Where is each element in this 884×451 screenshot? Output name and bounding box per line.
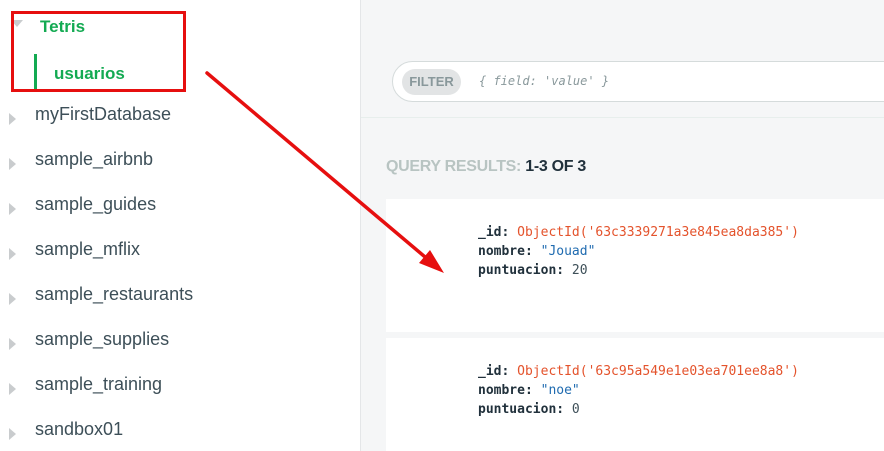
field-key: puntuacion: [478, 263, 565, 278]
sidebar-item-sample-mflix[interactable]: sample_mflix [0, 236, 360, 280]
field-value: ObjectId('63c95a549e1e03ea701ee8a8') [517, 364, 799, 379]
field-value: 20 [571, 263, 588, 278]
caret-right-icon[interactable] [9, 338, 16, 350]
database-name: sandbox01 [35, 419, 124, 439]
sidebar-item-myfirstdatabase[interactable]: myFirstDatabase [0, 101, 360, 145]
sidebar-item-sample-guides[interactable]: sample_guides [0, 191, 360, 235]
sidebar-item-sample-restaurants[interactable]: sample_restaurants [0, 281, 360, 325]
filter-button[interactable]: FILTER [402, 69, 461, 95]
filter-bar[interactable]: FILTER { field: 'value' } [392, 61, 884, 102]
document-card[interactable]: _id: ObjectId('63c95a549e1e03ea701ee8a8'… [386, 338, 884, 451]
field-key: nombre: [478, 244, 533, 259]
sidebar-item-sandbox01[interactable]: sandbox01 [0, 416, 360, 451]
caret-right-icon[interactable] [9, 113, 16, 125]
database-name: sample_mflix [35, 239, 141, 259]
filter-input[interactable]: { field: 'value' } [479, 74, 609, 88]
doc-field-puntuacion: puntuacion: 20 [478, 261, 588, 280]
sidebar-item-tetris[interactable]: Tetris [0, 0, 360, 44]
field-key: puntuacion: [478, 402, 565, 417]
database-name: sample_supplies [35, 329, 170, 349]
doc-field-nombre: nombre: "noe" [478, 381, 580, 400]
doc-field-id: _id: ObjectId('63c3339271a3e845ea8da385'… [478, 223, 799, 242]
sidebar-item-sample-training[interactable]: sample_training [0, 371, 360, 415]
caret-right-icon[interactable] [9, 203, 16, 215]
sidebar-item-sample-airbnb[interactable]: sample_airbnb [0, 146, 360, 190]
database-name: Tetris [40, 17, 86, 36]
caret-right-icon[interactable] [9, 383, 16, 395]
collection-name: usuarios [54, 64, 125, 83]
sidebar-item-usuarios[interactable]: usuarios [34, 54, 174, 90]
database-name: sample_airbnb [35, 149, 154, 169]
field-value: "Jouad" [540, 244, 596, 259]
query-results-range: 1-3 OF 3 [525, 158, 586, 175]
doc-field-puntuacion: puntuacion: 0 [478, 400, 580, 419]
sidebar-item-sample-supplies[interactable]: sample_supplies [0, 326, 360, 370]
doc-field-id: _id: ObjectId('63c95a549e1e03ea701ee8a8'… [478, 362, 799, 381]
field-value: 0 [571, 402, 580, 417]
caret-right-icon[interactable] [9, 248, 16, 260]
field-value: "noe" [540, 383, 580, 398]
query-results-label: QUERY RESULTS: [386, 158, 522, 175]
caret-right-icon[interactable] [9, 428, 16, 440]
database-name: sample_restaurants [35, 284, 194, 304]
field-key: _id: [478, 225, 510, 240]
database-name: sample_guides [35, 194, 157, 214]
caret-right-icon[interactable] [9, 293, 16, 305]
field-value: ObjectId('63c3339271a3e845ea8da385') [517, 225, 799, 240]
database-sidebar: Tetris usuarios myFirstDatabase sample_a… [0, 0, 361, 451]
caret-down-icon[interactable] [11, 20, 23, 27]
doc-field-nombre: nombre: "Jouad" [478, 242, 595, 261]
field-key: nombre: [478, 383, 533, 398]
toolbar-area: FILTER { field: 'value' } [361, 0, 884, 118]
database-name: myFirstDatabase [35, 104, 172, 124]
query-results-header: QUERY RESULTS: 1-3 OF 3 [386, 158, 586, 176]
database-name: sample_training [35, 374, 163, 394]
field-key: _id: [478, 364, 510, 379]
main-panel: FILTER { field: 'value' } QUERY RESULTS:… [361, 0, 884, 451]
caret-right-icon[interactable] [9, 158, 16, 170]
document-card[interactable]: _id: ObjectId('63c3339271a3e845ea8da385'… [386, 199, 884, 332]
